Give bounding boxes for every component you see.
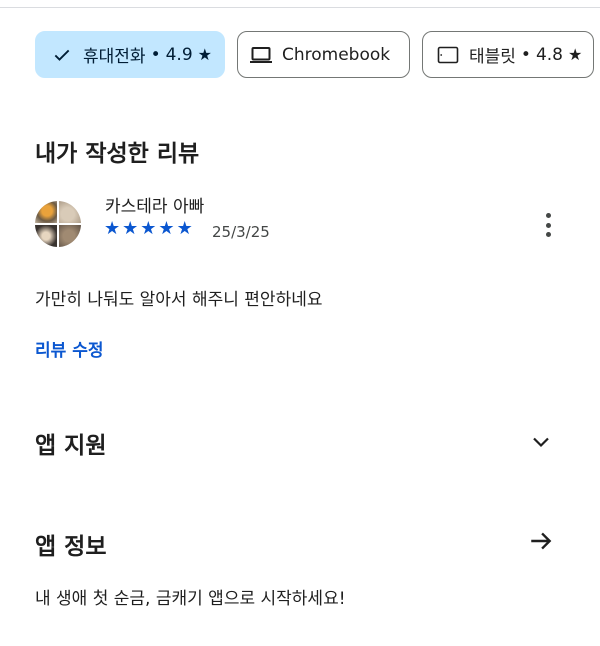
tablet-chip-rating: 4.8 (535, 44, 563, 65)
star-rating: ★ ★ ★ ★ ★ (104, 219, 193, 239)
chevron-down-icon[interactable] (529, 430, 553, 454)
avatar (35, 201, 81, 247)
tablet-chip[interactable]: 태블릿 • 4.8 ★ (422, 31, 594, 78)
app-support-heading[interactable]: 앱 지원 (35, 426, 107, 460)
arrow-right-icon[interactable] (528, 528, 554, 554)
device-chip-row: 휴대전화 • 4.9 ★ Chromebook 태블릿 • 4.8 ★ (35, 31, 594, 78)
review-text: 가만히 나둬도 알아서 해주니 편안하네요 (35, 290, 323, 310)
laptop-icon (249, 43, 273, 67)
tablet-chip-separator: • (520, 44, 531, 65)
phone-chip[interactable]: 휴대전화 • 4.9 ★ (35, 31, 225, 78)
phone-chip-separator: • (150, 44, 161, 65)
edit-review-link[interactable]: 리뷰 수정 (35, 336, 103, 361)
tablet-chip-label: 태블릿 (469, 47, 516, 67)
my-review-heading: 내가 작성한 리뷰 (35, 141, 200, 167)
tablet-icon (436, 43, 460, 67)
top-divider (0, 7, 600, 8)
star-icon: ★ (568, 45, 583, 64)
star-icon: ★ (197, 45, 212, 64)
more-options-icon[interactable] (538, 209, 558, 241)
reviewer-name: 카스테라 아빠 (105, 197, 205, 217)
rating-star-icon: ★ (176, 218, 193, 239)
chromebook-chip-label: Chromebook (282, 44, 391, 65)
chromebook-chip[interactable]: Chromebook (237, 31, 410, 78)
rating-star-icon: ★ (104, 218, 121, 239)
check-icon (50, 43, 74, 67)
rating-star-icon: ★ (158, 218, 175, 239)
rating-star-icon: ★ (140, 218, 157, 239)
phone-chip-label: 휴대전화 (83, 47, 146, 67)
app-info-description: 내 생애 첫 순금, 금캐기 앱으로 시작하세요! (35, 589, 346, 609)
review-date: 25/3/25 (212, 223, 270, 241)
phone-chip-rating: 4.9 (165, 44, 193, 65)
rating-star-icon: ★ (122, 218, 139, 239)
app-info-heading[interactable]: 앱 정보 (35, 527, 107, 561)
